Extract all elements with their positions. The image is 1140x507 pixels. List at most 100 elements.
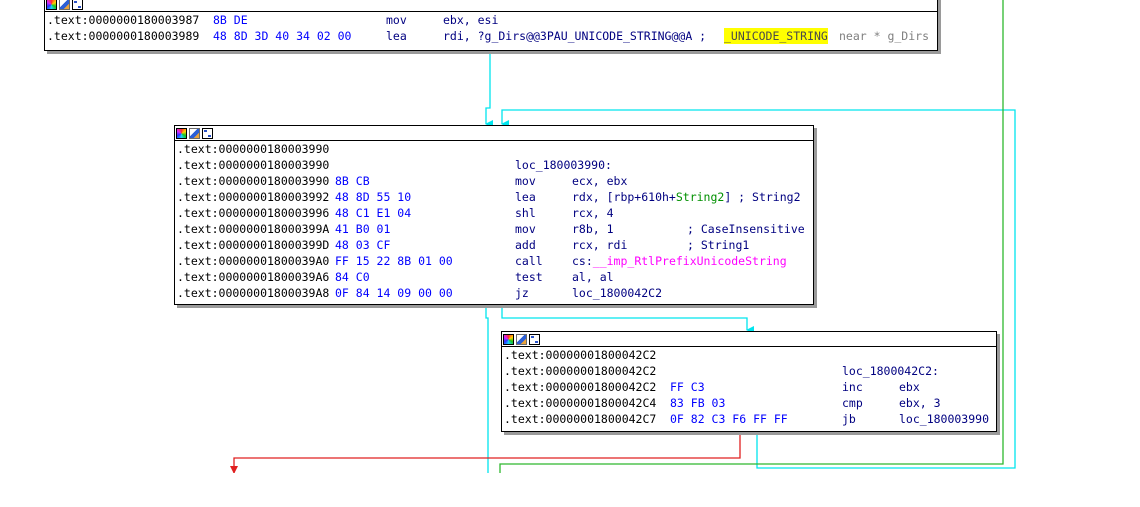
address: .text:0000000180003987: [47, 13, 200, 27]
operands: r8b, 1: [572, 222, 614, 236]
address: .text:0000000180003990: [177, 158, 330, 172]
code-line[interactable]: .text:0000000180003987 8B DE mov ebx, es…: [45, 12, 937, 28]
mnemonic: test: [515, 270, 543, 284]
code-line[interactable]: .text:00000001800039A0 FF 15 22 8B 01 00…: [175, 253, 813, 269]
code-block-3[interactable]: .text:00000001800042C2 .text:00000001800…: [501, 331, 997, 432]
opcode-bytes: 41 B0 01: [335, 222, 391, 236]
opcode-bytes: 48 03 CF: [335, 238, 391, 252]
stack-var[interactable]: String2: [676, 190, 724, 204]
color-palette-icon[interactable]: [176, 127, 187, 139]
code-line[interactable]: .text:00000001800042C4 83 FB 03 cmp ebx,…: [502, 395, 996, 411]
address: .text:000000018000399D: [177, 238, 330, 252]
operands: rcx, 4: [572, 206, 614, 220]
code-line[interactable]: .text:0000000180003990 loc_180003990:: [175, 157, 813, 173]
mnemonic: cmp: [842, 396, 863, 410]
address: .text:00000001800042C2: [504, 348, 657, 362]
opcode-bytes: 8B CB: [335, 174, 370, 188]
code-line[interactable]: .text:00000001800039A8 0F 84 14 09 00 00…: [175, 285, 813, 301]
graph-node-icon[interactable]: [72, 0, 83, 10]
code-line[interactable]: .text:00000001800042C7 0F 82 C3 F6 FF FF…: [502, 411, 996, 427]
opcode-bytes: 0F 82 C3 F6 FF FF: [670, 412, 788, 426]
address: .text:0000000180003990: [177, 174, 330, 188]
address: .text:000000018000399A: [177, 222, 330, 236]
location-label[interactable]: loc_1800042C2:: [842, 363, 939, 379]
opcode-bytes: 83 FB 03: [670, 396, 726, 410]
edge-fallthrough-down[interactable]: [485, 305, 489, 473]
opcode-bytes: 8B DE: [213, 13, 248, 27]
edit-node-icon[interactable]: [59, 0, 70, 10]
mnemonic: shl: [515, 206, 536, 220]
code-line[interactable]: .text:00000001800039A6 84 C0 test al, al: [175, 269, 813, 285]
mnemonic: lea: [386, 29, 407, 43]
opcode-bytes: 48 C1 E1 04: [335, 206, 412, 220]
location-label[interactable]: loc_180003990:: [515, 157, 612, 173]
code-line[interactable]: .text:00000001800042C2 FF C3 inc ebx: [502, 379, 996, 395]
mnemonic: inc: [842, 380, 863, 394]
operands: al, al: [572, 270, 614, 284]
opcode-bytes: 0F 84 14 09 00 00: [335, 286, 453, 300]
code-line[interactable]: .text:000000018000399D 48 03 CF add rcx,…: [175, 237, 813, 253]
code-line[interactable]: .text:0000000180003992 48 8D 55 10 lea r…: [175, 189, 813, 205]
node-header: [45, 0, 937, 12]
comment: ; CaseInsensitive: [687, 222, 805, 236]
opcode-bytes: 84 C0: [335, 270, 370, 284]
jump-target[interactable]: loc_180003990: [899, 411, 989, 427]
operand-prefix: rdx, [rbp+610h+: [572, 190, 676, 204]
edit-node-icon[interactable]: [189, 127, 200, 139]
node-header: [502, 332, 996, 347]
operands: rdx, [rbp+610h+String2] ; String2: [572, 189, 801, 205]
color-palette-icon[interactable]: [503, 333, 514, 345]
segment-prefix: cs:: [572, 254, 593, 268]
comment: ; String1: [687, 238, 750, 252]
opcode-bytes: 48 8D 3D 40 34 02 00: [213, 29, 352, 43]
node-header: [175, 126, 813, 141]
address: .text:00000001800042C4: [504, 396, 657, 410]
code-block-2[interactable]: .text:0000000180003990 .text:00000001800…: [174, 125, 814, 305]
address: .text:0000000180003996: [177, 206, 330, 220]
operand-suffix: ] ; String2: [724, 190, 801, 204]
import-function[interactable]: __imp_RtlPrefixUnicodeString: [593, 254, 787, 268]
code-block-1[interactable]: .text:0000000180003987 8B DE mov ebx, es…: [44, 0, 938, 51]
address: .text:00000001800042C2: [504, 364, 657, 378]
type-comment: near * g_Dirs: [839, 29, 930, 43]
code-line[interactable]: .text:00000001800042C2 loc_1800042C2:: [502, 363, 996, 379]
code-line[interactable]: .text:000000018000399A 41 B0 01 mov r8b,…: [175, 221, 813, 237]
opcode-bytes: FF C3: [670, 380, 705, 394]
edge-fallthrough-block1-block2[interactable]: [485, 52, 493, 128]
mnemonic: mov: [386, 13, 407, 27]
address: .text:00000001800039A6: [177, 270, 330, 284]
code-line[interactable]: .text:0000000180003989 48 8D 3D 40 34 02…: [45, 28, 937, 44]
graph-node-icon[interactable]: [529, 333, 540, 345]
edge-jz-block2-block3[interactable]: [501, 305, 754, 334]
operands: ebx, 3: [899, 396, 941, 410]
opcode-bytes: FF 15 22 8B 01 00: [335, 254, 453, 268]
address: .text:0000000180003989: [47, 29, 200, 43]
address: .text:0000000180003990: [177, 142, 330, 156]
address: .text:0000000180003992: [177, 190, 330, 204]
address: .text:00000001800039A8: [177, 286, 330, 300]
mnemonic: jb: [842, 412, 856, 426]
address: .text:00000001800042C2: [504, 380, 657, 394]
mnemonic: lea: [515, 190, 536, 204]
type-highlight[interactable]: _UNICODE_STRING: [724, 28, 828, 44]
code-line[interactable]: .text:0000000180003990: [175, 141, 813, 157]
mnemonic: mov: [515, 222, 536, 236]
code-line[interactable]: .text:0000000180003990 8B CB mov ecx, eb…: [175, 173, 813, 189]
graph-node-icon[interactable]: [202, 127, 213, 139]
edge-red-exit[interactable]: [230, 431, 741, 473]
color-palette-icon[interactable]: [46, 0, 57, 10]
operands: rcx, rdi: [572, 238, 628, 252]
operands: rdi, ?g_Dirs@@3PAU_UNICODE_STRING@@A ;: [443, 29, 707, 43]
mnemonic: add: [515, 238, 536, 252]
mnemonic: mov: [515, 174, 536, 188]
operands: ecx, ebx: [572, 174, 628, 188]
edit-node-icon[interactable]: [516, 333, 527, 345]
operands: ebx, esi: [443, 13, 499, 27]
mnemonic: call: [515, 254, 543, 268]
mnemonic: jz: [515, 286, 529, 300]
code-line[interactable]: .text:0000000180003996 48 C1 E1 04 shl r…: [175, 205, 813, 221]
code-line[interactable]: .text:00000001800042C2: [502, 347, 996, 363]
operands: cs:__imp_RtlPrefixUnicodeString: [572, 253, 787, 269]
address: .text:00000001800042C7: [504, 412, 657, 426]
jump-target[interactable]: loc_1800042C2: [572, 285, 662, 301]
